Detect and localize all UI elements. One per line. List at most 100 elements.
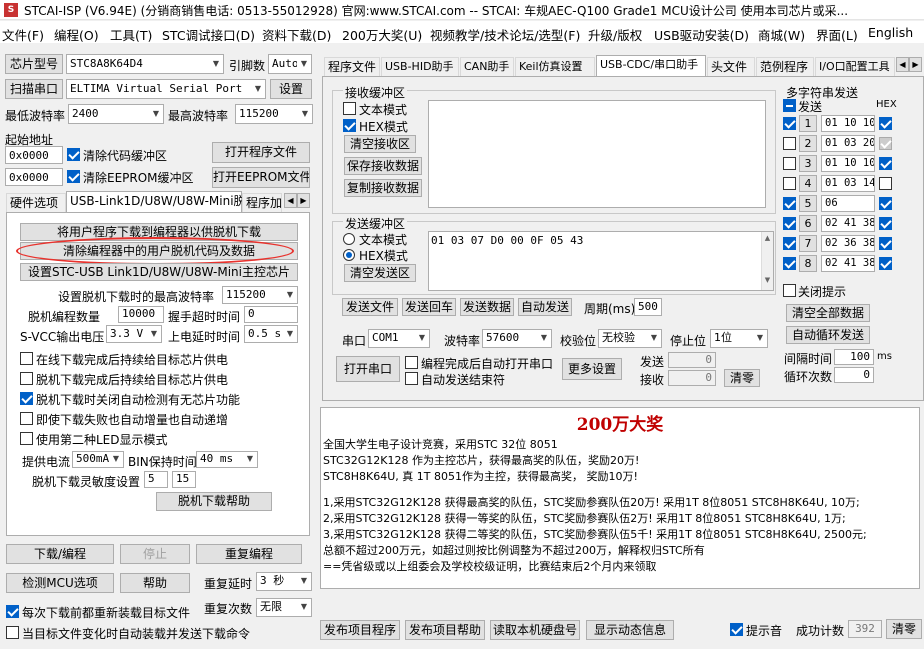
bin-hold-select[interactable]: 40 ms ▼ [196, 451, 258, 468]
auto-loop-send-button[interactable]: 自动循环发送 [786, 326, 870, 344]
scroll-up-icon[interactable]: ▲ [762, 234, 773, 242]
auto-increment-checkbox[interactable] [20, 412, 33, 425]
multi-send-hex-checkbox[interactable] [879, 257, 892, 270]
repeat-count-select[interactable]: 无限 ▼ [256, 598, 312, 617]
pin-count-select[interactable]: Auto ▼ [268, 54, 312, 74]
menu-video[interactable]: 视频教学/技术论坛/选型(F) [430, 25, 580, 44]
more-settings-button[interactable]: 更多设置 [562, 358, 622, 380]
disable-autodetect-checkbox[interactable] [20, 392, 33, 405]
set-master-chip-button[interactable]: 设置STC-USB Link1D/U8W/U8W-Mini主控芯片 [20, 263, 298, 281]
send-file-button[interactable]: 发送文件 [342, 298, 398, 316]
menu-prize[interactable]: 200万大奖(U) [342, 25, 422, 44]
menu-store[interactable]: 商城(W) [758, 25, 805, 44]
tab-scroll-left-icon[interactable]: ◀ [284, 193, 297, 208]
download-program-button[interactable]: 下载/编程 [6, 544, 114, 564]
menu-file[interactable]: 文件(F) [2, 25, 44, 44]
loop-count-input[interactable]: 0 [834, 367, 874, 383]
send-textarea[interactable]: 01 03 07 D0 00 0F 05 43 ▲ ▼ [428, 231, 774, 291]
power-delay-select[interactable]: 0.5 s ▼ [244, 325, 298, 343]
max-baud-select[interactable]: 115200 ▼ [235, 104, 313, 124]
chip-model-select[interactable]: STC8A8K64D4 ▼ [66, 54, 224, 74]
tab-can[interactable]: CAN助手 [460, 57, 514, 77]
detect-mcu-button[interactable]: 检测MCU选项 [6, 573, 114, 593]
tab-usb-cdc-serial[interactable]: USB-CDC/串口助手 [596, 55, 706, 77]
clear-all-data-button[interactable]: 清空全部数据 [786, 304, 870, 322]
clear-receive-button[interactable]: 清空接收区 [344, 135, 416, 153]
select-all-checkbox[interactable] [783, 99, 796, 112]
multi-send-row-checkbox[interactable] [783, 137, 796, 150]
clear-code-checkbox[interactable] [67, 148, 80, 161]
multi-send-hex-checkbox[interactable] [879, 117, 892, 130]
led-mode-checkbox[interactable] [20, 432, 33, 445]
menu-tools[interactable]: 工具(T) [110, 25, 152, 44]
baud-rate-select[interactable]: 57600 ▼ [482, 329, 552, 348]
publish-help-button[interactable]: 发布项目帮助 [405, 620, 485, 640]
offline-power-checkbox[interactable] [20, 372, 33, 385]
sensitivity-input-a[interactable]: 5 [144, 471, 168, 488]
tab-program-encrypt[interactable]: 程序加 [242, 193, 282, 213]
beep-checkbox[interactable] [730, 623, 743, 636]
parity-select[interactable]: 无校验 ▼ [598, 329, 662, 348]
clear-counts-button[interactable]: 清零 [724, 369, 760, 387]
right-tab-scroll-left-icon[interactable]: ◀ [896, 57, 909, 72]
menu-interface[interactable]: 界面(L) [816, 25, 858, 44]
handshake-timeout-input[interactable]: 0 [244, 306, 298, 323]
save-receive-button[interactable]: 保存接收数据 [344, 157, 422, 175]
multi-send-hex-checkbox[interactable] [879, 237, 892, 250]
stop-bits-select[interactable]: 1位 ▼ [710, 329, 768, 348]
multi-send-hex-checkbox[interactable] [879, 177, 892, 190]
menu-downloads[interactable]: 资料下载(D) [262, 25, 331, 44]
recv-text-mode-checkbox[interactable] [343, 102, 356, 115]
auto-send-button[interactable]: 自动发送 [518, 298, 572, 316]
multi-send-hex-checkbox[interactable] [879, 197, 892, 210]
multi-send-row-checkbox[interactable] [783, 257, 796, 270]
multi-send-row-checkbox[interactable] [783, 157, 796, 170]
multi-send-row-button[interactable]: 6 [799, 215, 817, 232]
close-tip-checkbox[interactable] [783, 284, 796, 297]
multi-send-row-input[interactable]: 01 10 10 [821, 115, 875, 132]
repeat-delay-select[interactable]: 3 秒 ▼ [256, 572, 312, 591]
multi-send-row-button[interactable]: 8 [799, 255, 817, 272]
eeprom-address-input[interactable]: 0x0000 [5, 168, 63, 186]
menu-debug[interactable]: STC调试接口(D) [162, 25, 255, 44]
supply-current-select[interactable]: 500mA ▼ [72, 451, 124, 468]
clear-send-button[interactable]: 清空发送区 [344, 264, 416, 282]
menu-usb-driver[interactable]: USB驱动安装(D) [654, 25, 749, 44]
multi-send-row-input[interactable]: 06 [821, 195, 875, 212]
scan-port-button[interactable]: 扫描串口 [5, 79, 63, 99]
port-select[interactable]: ELTIMA Virtual Serial Port (CO ▼ [66, 79, 266, 99]
multi-send-row-button[interactable]: 4 [799, 175, 817, 192]
chip-model-button[interactable]: 芯片型号 [5, 54, 63, 74]
multi-send-hex-checkbox[interactable] [879, 157, 892, 170]
recv-hex-mode-checkbox[interactable] [343, 119, 356, 132]
tab-header-file[interactable]: 头文件 [707, 57, 755, 77]
multi-send-row-button[interactable]: 1 [799, 115, 817, 132]
read-disk-id-button[interactable]: 读取本机硬盘号 [490, 620, 580, 640]
send-data-button[interactable]: 发送数据 [460, 298, 514, 316]
help-button[interactable]: 帮助 [120, 573, 190, 593]
tab-usb-link-offline[interactable]: USB-Link1D/U8W/U8W-Mini脱机 [66, 191, 258, 213]
send-hex-mode-radio[interactable] [343, 249, 355, 261]
svcc-voltage-select[interactable]: 3.3 V ▼ [106, 325, 162, 343]
send-enter-button[interactable]: 发送回车 [402, 298, 456, 316]
offline-count-input[interactable]: 10000 [118, 306, 164, 323]
period-input[interactable]: 500 [634, 298, 662, 316]
multi-send-row-input[interactable]: 01 10 10 [821, 155, 875, 172]
auto-load-checkbox[interactable] [6, 626, 19, 639]
menu-english[interactable]: English [868, 25, 913, 40]
tab-keil-sim[interactable]: Keil仿真设置 [515, 57, 595, 77]
open-serial-button[interactable]: 打开串口 [336, 356, 400, 382]
multi-send-hex-checkbox[interactable] [879, 137, 892, 150]
stop-button[interactable]: 停止 [120, 544, 190, 564]
multi-send-row-checkbox[interactable] [783, 217, 796, 230]
tab-hardware-options[interactable]: 硬件选项 [6, 193, 66, 213]
code-address-input[interactable]: 0x0000 [5, 146, 63, 164]
right-tab-scroll-right-icon[interactable]: ▶ [909, 57, 922, 72]
receive-textarea[interactable] [428, 100, 766, 208]
multi-send-row-checkbox[interactable] [783, 177, 796, 190]
auto-send-end-checkbox[interactable] [405, 372, 418, 385]
clear-eeprom-checkbox[interactable] [67, 170, 80, 183]
multi-send-row-input[interactable]: 02 41 38 [821, 215, 875, 232]
open-eeprom-file-button[interactable]: 打开EEPROM文件 [212, 167, 310, 188]
tab-scroll-right-icon[interactable]: ▶ [297, 193, 310, 208]
